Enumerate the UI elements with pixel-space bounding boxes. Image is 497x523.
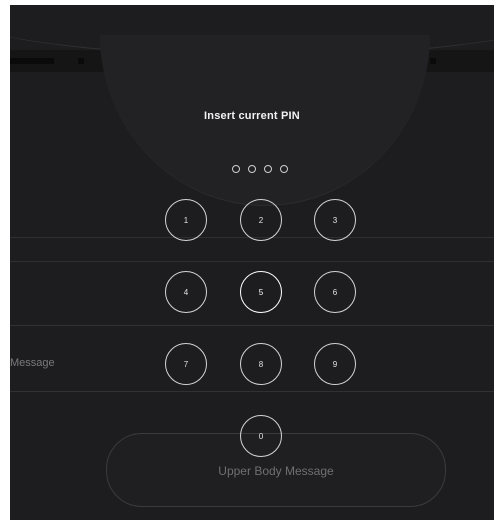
- key-1[interactable]: 1: [165, 199, 207, 241]
- key-3[interactable]: 3: [314, 199, 356, 241]
- key-8[interactable]: 8: [240, 343, 282, 385]
- upper-body-message-label: Upper Body Message: [218, 464, 334, 478]
- app-screen: Message Upper Body Message Insert curren…: [10, 5, 494, 520]
- key-2[interactable]: 2: [240, 199, 282, 241]
- pin-prompt-title: Insert current PIN: [204, 110, 300, 122]
- key-4[interactable]: 4: [165, 271, 207, 313]
- divider: [10, 261, 494, 262]
- key-0[interactable]: 0: [240, 415, 282, 457]
- key-6[interactable]: 6: [314, 271, 356, 313]
- key-9[interactable]: 9: [314, 343, 356, 385]
- pin-dots: [232, 165, 288, 173]
- pin-dot: [232, 165, 240, 173]
- message-label: Message: [10, 357, 55, 369]
- pin-dot: [248, 165, 256, 173]
- pin-dot: [264, 165, 272, 173]
- key-5[interactable]: 5: [240, 271, 282, 313]
- key-7[interactable]: 7: [165, 343, 207, 385]
- pin-dot: [280, 165, 288, 173]
